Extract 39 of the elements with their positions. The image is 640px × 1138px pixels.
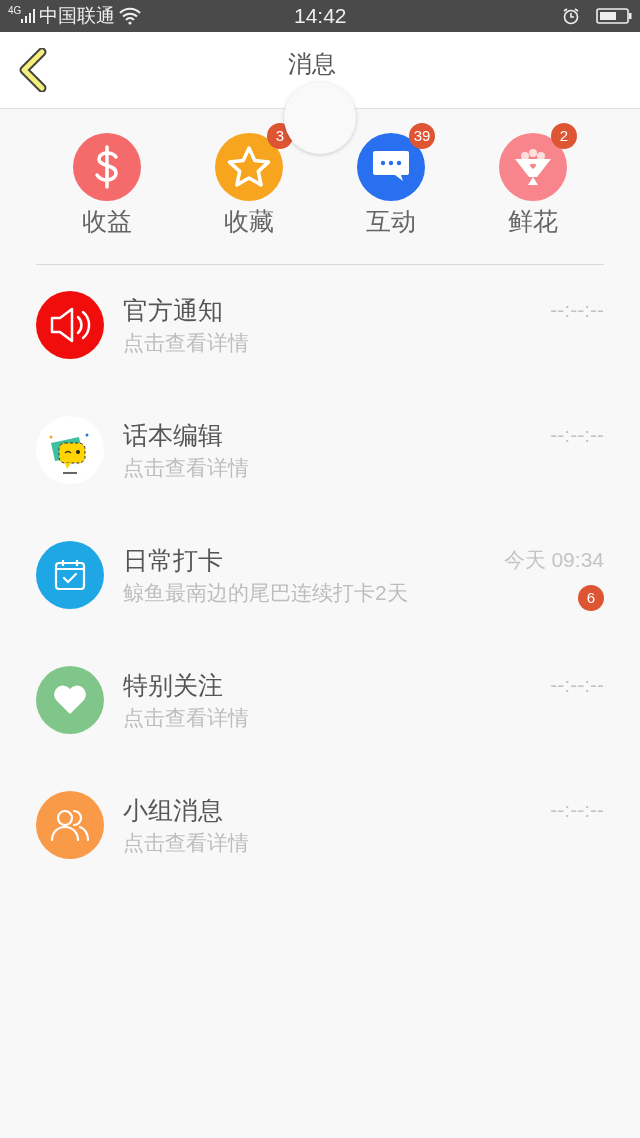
shortcut-label: 收藏 bbox=[224, 209, 274, 234]
shortcut-tile[interactable]: 收益 bbox=[36, 121, 178, 234]
network-label: 4G bbox=[8, 6, 22, 16]
message-row[interactable]: 小组消息 点击查看详情 --:--:-- bbox=[0, 791, 640, 916]
battery-icon bbox=[596, 8, 632, 24]
count-badge: 2 bbox=[551, 123, 577, 149]
shortcut-label: 互动 bbox=[366, 209, 416, 234]
message-title: 特别关注 bbox=[123, 670, 224, 700]
shortcut-label: 鲜花 bbox=[508, 209, 558, 234]
message-time: --:--:-- bbox=[550, 422, 604, 448]
count-badge: 39 bbox=[409, 123, 435, 149]
message-title: 日常打卡 bbox=[123, 545, 224, 575]
page-title: 消息 bbox=[288, 49, 336, 79]
wifi-icon bbox=[119, 7, 142, 25]
shortcut-tile[interactable]: 39 互动 bbox=[320, 121, 462, 234]
message-row[interactable]: 官方通知 点击查看详情 --:--:-- bbox=[0, 291, 640, 416]
message-time: --:--:-- bbox=[550, 797, 604, 823]
star-icon bbox=[225, 144, 273, 190]
unread-badge: 6 bbox=[578, 585, 604, 611]
message-subtitle: 点击查看详情 bbox=[123, 455, 250, 481]
message-subtitle: 点击查看详情 bbox=[123, 330, 250, 356]
message-title: 小组消息 bbox=[123, 795, 224, 825]
clock-time: 14:42 bbox=[294, 3, 347, 30]
carrier-name: 中国联通 bbox=[39, 3, 116, 28]
message-subtitle: 鲸鱼最南边的尾巴连续打卡2天 bbox=[123, 580, 409, 606]
message-row[interactable]: 话本编辑 点击查看详情 --:--:-- bbox=[0, 416, 640, 541]
message-row[interactable]: 特别关注 点击查看详情 --:--:-- bbox=[0, 666, 640, 791]
message-time: --:--:-- bbox=[550, 672, 604, 698]
signal-icon bbox=[21, 9, 36, 23]
shortcut-label: 收益 bbox=[82, 209, 132, 234]
message-title: 话本编辑 bbox=[123, 420, 224, 450]
message-title: 官方通知 bbox=[123, 295, 224, 325]
shortcut-tile[interactable]: 3 收藏 bbox=[178, 121, 320, 234]
message-subtitle: 点击查看详情 bbox=[123, 830, 250, 856]
shortcut-tile[interactable]: 2 鲜花 bbox=[462, 121, 604, 234]
bouquet-icon bbox=[513, 147, 553, 187]
message-time: --:--:-- bbox=[550, 297, 604, 323]
alarm-icon bbox=[562, 7, 580, 25]
message-subtitle: 点击查看详情 bbox=[123, 705, 250, 731]
